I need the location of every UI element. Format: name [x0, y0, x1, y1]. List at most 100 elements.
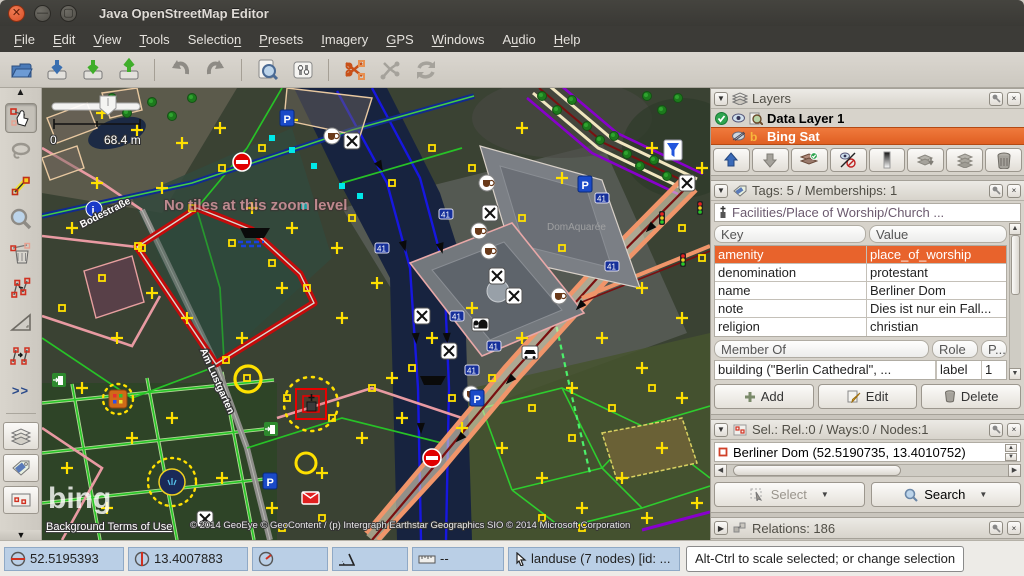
layer-merge-button[interactable] — [907, 148, 944, 172]
layer-row-data[interactable]: Data Layer 1 — [711, 109, 1024, 127]
tags-scrollbar[interactable]: ▲ ▼ — [1009, 223, 1021, 380]
scale-zero-label: 0 — [50, 133, 57, 147]
svg-text:41: 41 — [467, 367, 476, 376]
undo-icon[interactable] — [165, 56, 195, 84]
terms-of-use-link[interactable]: Background Terms of Use — [46, 521, 172, 533]
minimize-window-button[interactable]: — — [34, 5, 51, 22]
menu-presets[interactable]: Presets — [251, 29, 311, 50]
menu-gps[interactable]: GPS — [378, 29, 421, 50]
layer-show-hide-button[interactable] — [830, 148, 867, 172]
tag-row-denomination[interactable]: denominationprotestant — [715, 264, 1006, 282]
tag-row-religion[interactable]: religionchristian — [715, 318, 1006, 336]
copyright-text: © 2014 GeoEye © GeoContent / (p) Intergr… — [190, 520, 630, 531]
layers-close-button[interactable]: × — [1007, 92, 1021, 106]
position-header[interactable]: P... — [981, 340, 1007, 358]
add-tag-button[interactable]: Add — [714, 384, 814, 409]
tags-pin-button[interactable] — [989, 184, 1003, 198]
tools-more[interactable]: >> — [5, 375, 37, 405]
tag-row-name[interactable]: nameBerliner Dom — [715, 282, 1006, 300]
no-entry-sign-2 — [423, 449, 441, 467]
menu-windows[interactable]: Windows — [424, 29, 493, 50]
window-title: Java OpenStreetMap Editor — [99, 6, 269, 21]
menu-tools[interactable]: Tools — [131, 29, 177, 50]
tool-parallel[interactable] — [5, 341, 37, 371]
edit-tag-button[interactable]: Edit — [818, 384, 918, 409]
layers-panel-toggle[interactable] — [3, 422, 39, 450]
role-header[interactable]: Role — [932, 340, 978, 358]
relations-icon — [732, 521, 748, 535]
menu-file[interactable]: File — [6, 29, 43, 50]
search-dropdown-arrow: ▼ — [979, 490, 987, 499]
membership-row[interactable]: building ("Berlin Cathedral", ... label … — [715, 361, 1006, 379]
tags-panel-toggle[interactable] — [3, 454, 39, 482]
search-button[interactable]: Search ▼ — [871, 482, 1022, 507]
relations-pin-button[interactable] — [989, 521, 1003, 535]
node-icon — [718, 447, 728, 457]
key-column-header[interactable]: Key — [714, 225, 866, 243]
map-view[interactable]: DomAquarée — [42, 88, 710, 540]
layer-activate-button[interactable] — [791, 148, 828, 172]
layer-move-up-button[interactable] — [713, 148, 750, 172]
close-window-button[interactable]: ✕ — [8, 5, 25, 22]
tool-delete[interactable] — [5, 239, 37, 269]
bing-layer-icon: b — [749, 130, 763, 143]
select-button[interactable]: Select ▼ — [714, 482, 865, 507]
layers-panel-title: Layers — [752, 91, 985, 106]
tool-improve-accuracy[interactable] — [5, 273, 37, 303]
edit-icon — [847, 390, 861, 403]
menu-selection[interactable]: Selection — [180, 29, 249, 50]
refresh-icon[interactable] — [411, 56, 441, 84]
selection-list-item[interactable]: Berliner Dom (52.5190735, 13.4010752) ▲▼ — [714, 442, 1021, 462]
tool-extrude[interactable] — [5, 307, 37, 337]
delete-tag-button[interactable]: Delete — [921, 384, 1021, 409]
maximize-window-button[interactable]: ▢ — [60, 5, 77, 22]
tags-close-button[interactable]: × — [1007, 184, 1021, 198]
menu-imagery[interactable]: Imagery — [313, 29, 376, 50]
selection-pin-button[interactable] — [989, 423, 1003, 437]
split-way-icon[interactable] — [339, 56, 369, 84]
layer-opacity-button[interactable] — [869, 148, 906, 172]
menu-audio[interactable]: Audio — [494, 29, 543, 50]
open-icon[interactable] — [6, 56, 36, 84]
svg-text:41: 41 — [452, 313, 461, 322]
relations-close-button[interactable]: × — [1007, 521, 1021, 535]
value-column-header[interactable]: Value — [869, 225, 1007, 243]
layers-collapse-button[interactable]: ▼ — [714, 92, 728, 106]
svg-text:41: 41 — [489, 343, 498, 352]
tool-lasso[interactable] — [5, 137, 37, 167]
search-preferences-icon[interactable] — [252, 56, 282, 84]
upload-icon[interactable] — [114, 56, 144, 84]
tools-scroll-down[interactable]: ▼ — [0, 530, 42, 540]
menu-help[interactable]: Help — [546, 29, 589, 50]
tag-row-amenity[interactable]: amenityplace_of_worship — [715, 246, 1006, 264]
layers-pin-button[interactable] — [989, 92, 1003, 106]
selection-panel-toggle[interactable] — [3, 486, 39, 514]
visible-eye-icon — [732, 113, 745, 123]
layer-move-down-button[interactable] — [752, 148, 789, 172]
tool-draw-node[interactable] — [5, 171, 37, 201]
download-file-icon[interactable] — [78, 56, 108, 84]
download-osm-icon[interactable] — [42, 56, 72, 84]
svg-text:41: 41 — [597, 195, 606, 204]
layer-row-bing[interactable]: b Bing Sat — [711, 127, 1024, 145]
member-of-header[interactable]: Member Of — [714, 340, 929, 358]
tools-scroll-up[interactable]: ▲ — [16, 89, 26, 99]
selection-hscrollbar[interactable]: ◀ ▶ — [714, 464, 1021, 477]
redo-icon[interactable] — [201, 56, 231, 84]
relations-expand-button[interactable]: ▶ — [714, 521, 728, 535]
tool-select-move[interactable] — [5, 103, 37, 133]
selection-spinner[interactable]: ▲▼ — [1005, 444, 1017, 461]
layer-delete-button[interactable] — [985, 148, 1022, 172]
svg-text:b: b — [750, 130, 757, 143]
tags-collapse-button[interactable]: ▼ — [714, 184, 728, 198]
tag-row-note[interactable]: noteDies ist nur ein Fall... — [715, 300, 1006, 318]
selection-collapse-button[interactable]: ▼ — [714, 423, 728, 437]
preset-link[interactable]: Facilities/Place of Worship/Church ... — [714, 203, 1021, 222]
menu-edit[interactable]: Edit — [45, 29, 83, 50]
combine-way-icon[interactable] — [375, 56, 405, 84]
preferences-icon[interactable] — [288, 56, 318, 84]
menu-view[interactable]: View — [85, 29, 129, 50]
layer-duplicate-button[interactable] — [946, 148, 983, 172]
selection-close-button[interactable]: × — [1007, 423, 1021, 437]
tool-zoom[interactable] — [5, 205, 37, 235]
